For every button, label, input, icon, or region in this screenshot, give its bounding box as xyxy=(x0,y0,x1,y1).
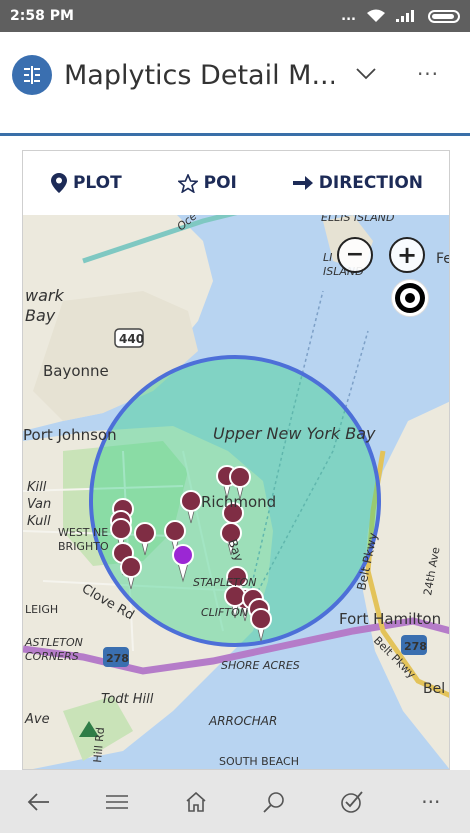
direction-button[interactable]: DIRECTION xyxy=(292,173,423,193)
cell-signal-icon xyxy=(396,10,414,22)
star-icon xyxy=(177,173,198,193)
label-stapleton: STAPLETON xyxy=(193,576,257,589)
label-shore-acres: SHORE ACRES xyxy=(221,659,300,672)
check-button[interactable] xyxy=(327,777,377,827)
maplytics-logo-icon xyxy=(12,55,52,95)
search-button[interactable] xyxy=(249,777,299,827)
back-arrow-icon xyxy=(27,792,50,811)
label-west-brighton-1: WEST NE xyxy=(58,526,108,539)
label-route-440: 440 xyxy=(119,332,144,346)
label-upper-ny-bay: Upper New York Bay xyxy=(213,424,376,443)
poi-label: POI xyxy=(203,173,237,193)
home-button[interactable] xyxy=(171,777,221,827)
status-time: 2:58 PM xyxy=(10,8,74,24)
zoom-in-label: + xyxy=(396,241,418,269)
label-castleton-2: CORNERS xyxy=(25,650,79,663)
plot-label: PLOT xyxy=(72,173,122,193)
header-divider xyxy=(0,133,470,136)
label-route-278-a: 278 xyxy=(106,652,129,665)
label-liberty-1: LI xyxy=(323,251,332,264)
more-nav-button[interactable]: ··· xyxy=(406,777,456,827)
label-kill-3: Kull xyxy=(27,514,51,529)
direction-label: DIRECTION xyxy=(318,173,423,193)
label-belt-3: Bel xyxy=(423,681,445,697)
map-pin-icon xyxy=(50,173,67,193)
zoom-out-label: − xyxy=(345,242,365,267)
wifi-icon xyxy=(367,9,385,22)
menu-button[interactable] xyxy=(92,777,142,827)
label-kill-2: Van xyxy=(27,497,51,512)
status-icons: ... xyxy=(341,9,460,24)
chevron-down-icon[interactable] xyxy=(350,58,382,90)
label-fort-hamilton: Fort Hamilton xyxy=(339,610,441,628)
hamburger-menu-icon xyxy=(106,794,129,809)
label-todt-hill: Todt Hill xyxy=(101,692,154,707)
label-ave: Ave xyxy=(24,712,50,727)
page-title: Maplytics Detail M... xyxy=(64,59,334,91)
land-brooklyn xyxy=(363,401,449,769)
zoom-in-button[interactable]: + xyxy=(389,237,425,273)
more-button[interactable]: ··· xyxy=(410,58,446,90)
label-newark-bay-1: wark xyxy=(25,286,64,305)
back-button[interactable] xyxy=(14,777,64,827)
label-arrochar: ARROCHAR xyxy=(208,714,277,728)
label-port-johnson: Port Johnson xyxy=(23,426,117,444)
search-icon xyxy=(263,791,284,813)
label-clifton: CLIFTON xyxy=(201,606,248,619)
locate-icon xyxy=(395,283,425,313)
label-kill-1: Kill xyxy=(27,480,47,495)
label-castleton-1: ASTLETON xyxy=(24,636,83,649)
home-icon xyxy=(186,791,206,812)
label-bayonne: Bayonne xyxy=(43,362,109,380)
label-hill-rd: Hill Rd xyxy=(91,727,107,764)
label-route-278-b: 278 xyxy=(404,640,427,653)
battery-icon xyxy=(428,9,460,23)
zoom-out-button[interactable]: − xyxy=(337,237,373,273)
label-west-brighton-2: BRIGHTO xyxy=(58,540,109,553)
label-richmond: Richmond xyxy=(201,493,276,511)
map-canvas[interactable]: ELLIS ISLAND LI ISLAND Fe wark Bay 440 B… xyxy=(23,151,450,770)
bottom-nav: ··· xyxy=(0,770,470,833)
poi-button[interactable]: POI xyxy=(177,173,237,193)
map-card[interactable]: PLOT POI DIRECTION ELLIS ISLAND LI ISLAN… xyxy=(22,150,450,770)
signal-dots: ... xyxy=(341,8,356,24)
label-fe: Fe xyxy=(436,251,450,267)
status-bar: 2:58 PM ... xyxy=(0,0,470,32)
check-circle-icon xyxy=(341,790,364,813)
plot-button[interactable]: PLOT xyxy=(50,173,122,193)
label-leigh: LEIGH xyxy=(25,603,58,616)
label-newark-bay-2: Bay xyxy=(25,306,56,325)
arrow-right-icon xyxy=(292,176,313,190)
app-header: Maplytics Detail M... xyxy=(0,32,470,118)
locate-button[interactable] xyxy=(391,279,429,317)
map-toolbar: PLOT POI DIRECTION xyxy=(23,151,449,215)
label-south-beach: SOUTH BEACH xyxy=(219,755,299,768)
